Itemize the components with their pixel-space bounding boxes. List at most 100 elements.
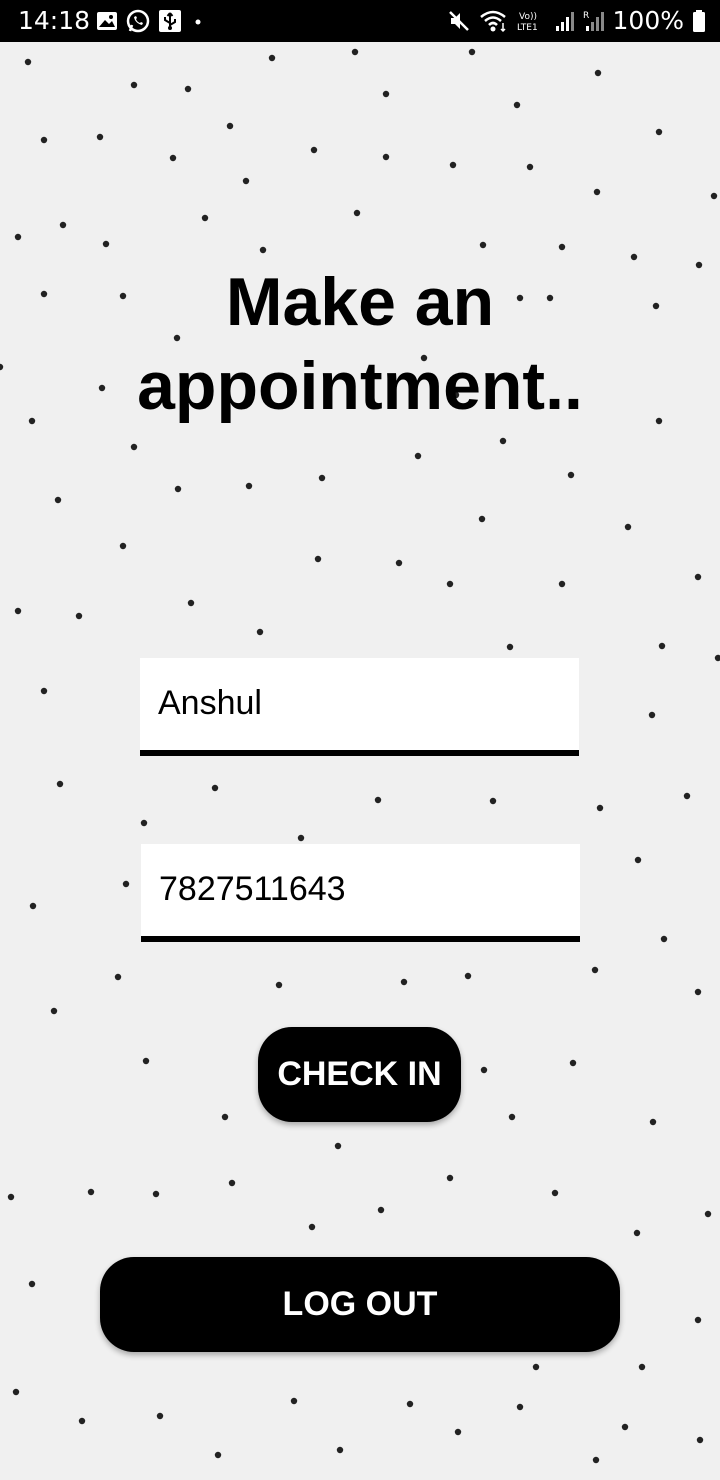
background-dot bbox=[211, 784, 219, 792]
background-dot bbox=[454, 1428, 462, 1436]
svg-text:R: R bbox=[583, 11, 589, 21]
background-dot bbox=[174, 485, 182, 493]
background-dot bbox=[446, 1174, 454, 1182]
battery-percentage: 100% bbox=[612, 6, 684, 35]
background-dot bbox=[242, 177, 250, 185]
background-dot bbox=[694, 1316, 702, 1324]
background-dot bbox=[7, 1193, 15, 1201]
name-input[interactable] bbox=[158, 678, 558, 728]
background-dot bbox=[634, 856, 642, 864]
background-dot bbox=[201, 214, 209, 222]
background-dot bbox=[649, 1118, 657, 1126]
background-dot bbox=[268, 54, 276, 62]
log-out-button[interactable]: LOG OUT bbox=[100, 1257, 620, 1352]
background-dot bbox=[478, 515, 486, 523]
usb-icon bbox=[159, 10, 181, 32]
background-dot bbox=[214, 1451, 222, 1459]
signal-icon-2: R bbox=[583, 11, 604, 31]
check-in-button[interactable]: CHECK IN bbox=[258, 1027, 461, 1122]
background-dot bbox=[714, 654, 720, 662]
background-dot bbox=[40, 136, 48, 144]
screen: 14:18 Vo)) LTE1 R 100% Make an appointmen… bbox=[0, 0, 720, 1480]
background-dot bbox=[130, 81, 138, 89]
background-dot bbox=[54, 496, 62, 504]
battery-icon bbox=[693, 9, 705, 32]
background-dot bbox=[96, 133, 104, 141]
background-dot bbox=[395, 559, 403, 567]
phone-input[interactable] bbox=[159, 864, 559, 914]
background-dot bbox=[414, 452, 422, 460]
background-dot bbox=[374, 796, 382, 804]
background-dot bbox=[87, 1188, 95, 1196]
background-dot bbox=[50, 1007, 58, 1015]
background-dot bbox=[226, 122, 234, 130]
background-dot bbox=[382, 153, 390, 161]
notification-icons bbox=[96, 9, 206, 33]
svg-text:LTE1: LTE1 bbox=[517, 23, 538, 33]
background-dot bbox=[648, 711, 656, 719]
background-dot bbox=[187, 599, 195, 607]
background-dot bbox=[638, 1363, 646, 1371]
background-dot bbox=[314, 555, 322, 563]
background-dot bbox=[245, 482, 253, 490]
whatsapp-icon bbox=[126, 9, 150, 33]
background-dot bbox=[400, 978, 408, 986]
background-dot bbox=[56, 780, 64, 788]
background-dot bbox=[516, 1403, 524, 1411]
background-dot bbox=[29, 902, 37, 910]
background-dot bbox=[567, 471, 575, 479]
background-dot bbox=[221, 1113, 229, 1121]
background-dot bbox=[122, 880, 130, 888]
name-field[interactable] bbox=[140, 658, 579, 756]
background-dot bbox=[513, 101, 521, 109]
background-dot bbox=[594, 69, 602, 77]
background-dot bbox=[508, 1113, 516, 1121]
background-dot bbox=[621, 1423, 629, 1431]
background-dot bbox=[406, 1400, 414, 1408]
background-dot bbox=[353, 209, 361, 217]
background-dot bbox=[40, 687, 48, 695]
background-dot bbox=[152, 1190, 160, 1198]
background-dot bbox=[318, 474, 326, 482]
background-dot bbox=[297, 834, 305, 842]
background-dot bbox=[382, 90, 390, 98]
background-dot bbox=[633, 1229, 641, 1237]
background-dot bbox=[28, 1280, 36, 1288]
background-dot bbox=[130, 443, 138, 451]
background-dot bbox=[259, 246, 267, 254]
background-dot bbox=[14, 233, 22, 241]
background-dot bbox=[140, 819, 148, 827]
background-dot bbox=[275, 981, 283, 989]
background-dot bbox=[526, 163, 534, 171]
background-dot bbox=[710, 192, 718, 200]
background-dot bbox=[336, 1446, 344, 1454]
phone-field[interactable] bbox=[141, 844, 580, 942]
background-dot bbox=[704, 1210, 712, 1218]
background-dot bbox=[256, 628, 264, 636]
background-dot bbox=[310, 146, 318, 154]
background-dot bbox=[142, 1057, 150, 1065]
background-dot bbox=[593, 188, 601, 196]
background-dot bbox=[377, 1206, 385, 1214]
background-dot bbox=[696, 1436, 704, 1444]
background-dot bbox=[468, 48, 476, 56]
mute-icon bbox=[448, 10, 469, 31]
background-dot bbox=[59, 221, 67, 229]
background-dot bbox=[694, 988, 702, 996]
page-title: Make an appointment.. bbox=[137, 264, 583, 424]
background-dot bbox=[24, 58, 32, 66]
svg-text:Vo)): Vo)) bbox=[519, 12, 537, 22]
wifi-icon bbox=[479, 10, 506, 32]
background-dot bbox=[308, 1223, 316, 1231]
background-dot bbox=[506, 643, 514, 651]
background-dot bbox=[114, 973, 122, 981]
background-dot bbox=[694, 573, 702, 581]
background-dot bbox=[532, 1363, 540, 1371]
background-dot bbox=[489, 797, 497, 805]
background-dot bbox=[596, 804, 604, 812]
background-dot bbox=[14, 607, 22, 615]
background-dot bbox=[683, 792, 691, 800]
background-dot bbox=[660, 935, 668, 943]
background-dot bbox=[624, 523, 632, 531]
background-dot bbox=[558, 580, 566, 588]
